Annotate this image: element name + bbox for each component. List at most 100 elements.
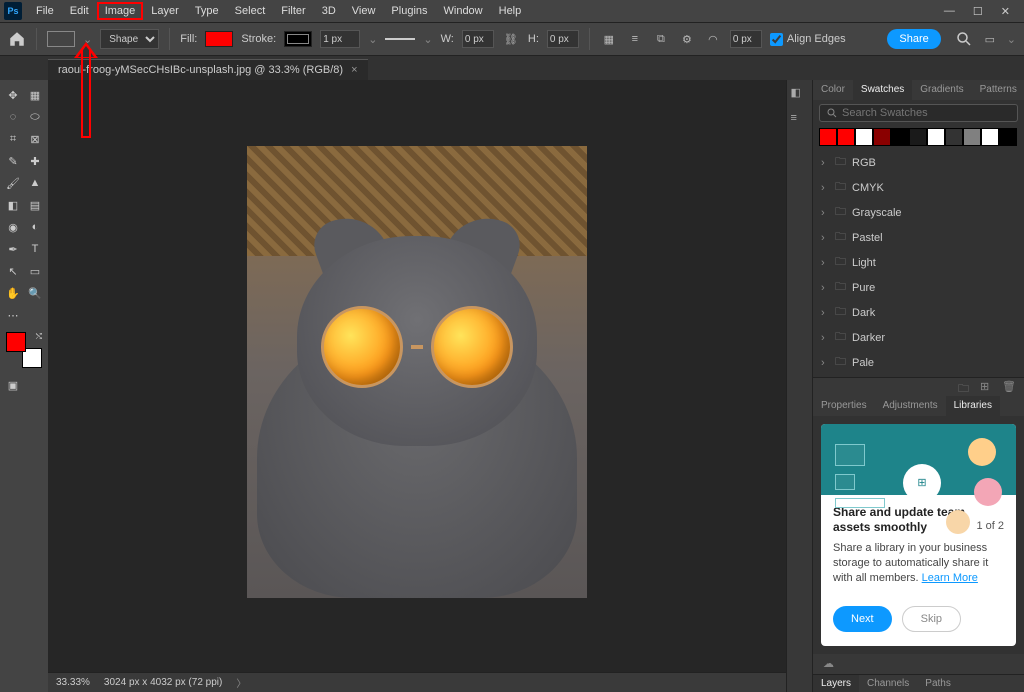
swatch-folder[interactable]: ›🗀Pure: [813, 275, 1024, 300]
tool-preset[interactable]: [47, 31, 75, 47]
swatch-folder[interactable]: ›🗀Pale: [813, 350, 1024, 375]
menu-filter[interactable]: Filter: [273, 2, 313, 20]
document-tab[interactable]: raoul-froog-yMSecCHsIBc-unsplash.jpg @ 3…: [48, 59, 368, 80]
swap-colors-icon[interactable]: ⤭: [36, 332, 42, 342]
trash-icon[interactable]: 🗑: [1002, 380, 1016, 394]
stroke-width-input[interactable]: [320, 30, 360, 48]
swatch[interactable]: [819, 128, 837, 146]
crop-tool[interactable]: ⌗: [2, 128, 24, 150]
height-input[interactable]: [547, 30, 579, 48]
tab-color[interactable]: Color: [813, 80, 853, 100]
swatch-folder[interactable]: ›🗀CMYK: [813, 175, 1024, 200]
swatch[interactable]: [927, 128, 945, 146]
new-swatch-icon[interactable]: ⊞: [980, 380, 994, 394]
brush-tool[interactable]: 🖌: [2, 172, 24, 194]
minimize-icon[interactable]: —: [944, 5, 955, 18]
swatch-folder[interactable]: ›🗀RGB: [813, 150, 1024, 175]
home-icon[interactable]: [8, 30, 26, 48]
menu-view[interactable]: View: [344, 2, 384, 20]
next-button[interactable]: Next: [833, 606, 892, 632]
swatch[interactable]: [837, 128, 855, 146]
menu-edit[interactable]: Edit: [62, 2, 97, 20]
swatch[interactable]: [855, 128, 873, 146]
swatch[interactable]: [945, 128, 963, 146]
tab-properties[interactable]: Properties: [813, 396, 875, 416]
document-canvas[interactable]: [247, 146, 587, 598]
swatch[interactable]: [873, 128, 891, 146]
width-input[interactable]: [462, 30, 494, 48]
gradient-tool[interactable]: ▤: [24, 194, 46, 216]
pen-tool[interactable]: ✒: [2, 238, 24, 260]
menu-3d[interactable]: 3D: [314, 2, 344, 20]
swatch[interactable]: [891, 128, 909, 146]
swatch[interactable]: [999, 128, 1017, 146]
dodge-tool[interactable]: ◐: [24, 216, 46, 238]
artboard-tool[interactable]: ▦: [24, 84, 46, 106]
learn-more-link[interactable]: Learn More: [922, 572, 978, 584]
menu-window[interactable]: Window: [436, 2, 491, 20]
folder-icon[interactable]: 🗀: [958, 380, 972, 394]
stroke-style[interactable]: [385, 38, 415, 40]
foreground-color[interactable]: [6, 332, 26, 352]
align-edges-check[interactable]: Align Edges: [770, 33, 846, 46]
share-button[interactable]: Share: [887, 29, 940, 49]
panel-icon[interactable]: ◧: [791, 86, 809, 104]
search-icon[interactable]: [955, 30, 973, 48]
menu-layer[interactable]: Layer: [143, 2, 187, 20]
frame-tool[interactable]: ⊠: [24, 128, 46, 150]
swatch-folder[interactable]: ›🗀Grayscale: [813, 200, 1024, 225]
tab-paths[interactable]: Paths: [917, 675, 959, 692]
stroke-swatch[interactable]: [284, 31, 312, 47]
gear-icon[interactable]: ⚙: [678, 30, 696, 48]
lasso-tool[interactable]: ⬭: [24, 106, 46, 128]
menu-file[interactable]: File: [28, 2, 62, 20]
tab-patterns[interactable]: Patterns: [972, 80, 1024, 100]
swatches-search-input[interactable]: [842, 107, 1011, 119]
blur-tool[interactable]: ◉: [2, 216, 24, 238]
swatch-folder[interactable]: ›🗀Light: [813, 250, 1024, 275]
swatch[interactable]: [963, 128, 981, 146]
skip-button[interactable]: Skip: [902, 606, 961, 632]
marquee-tool[interactable]: ◌: [2, 106, 24, 128]
zoom-level[interactable]: 33.33%: [56, 677, 90, 688]
menu-image[interactable]: Image: [97, 2, 144, 20]
align-icon[interactable]: ≡: [626, 30, 644, 48]
tab-channels[interactable]: Channels: [859, 675, 917, 692]
swatch[interactable]: [981, 128, 999, 146]
quickmask-tool[interactable]: ▣: [2, 374, 24, 396]
swatches-search[interactable]: [819, 104, 1018, 123]
tab-swatches[interactable]: Swatches: [853, 80, 912, 100]
swatch-folder[interactable]: ›🗀Dark: [813, 300, 1024, 325]
eraser-tool[interactable]: ◧: [2, 194, 24, 216]
rounded-opts-icon[interactable]: ◠: [704, 30, 722, 48]
arrange-icon[interactable]: ⧉: [652, 30, 670, 48]
fill-swatch[interactable]: [205, 31, 233, 47]
menu-plugins[interactable]: Plugins: [383, 2, 435, 20]
zoom-tool[interactable]: 🔍: [24, 282, 46, 304]
swatch-folder[interactable]: ›🗀Pastel: [813, 225, 1024, 250]
menu-help[interactable]: Help: [491, 2, 530, 20]
healing-tool[interactable]: ✚: [24, 150, 46, 172]
canvas-area[interactable]: 33.33% 3024 px x 4032 px (72 ppi) 〉: [48, 80, 786, 692]
eyedropper-tool[interactable]: ✎: [2, 150, 24, 172]
tab-libraries[interactable]: Libraries: [946, 396, 1000, 416]
shape-tool[interactable]: ▭: [24, 260, 46, 282]
link-wh-icon[interactable]: ⛓: [502, 30, 520, 48]
menu-type[interactable]: Type: [187, 2, 227, 20]
edit-toolbar[interactable]: ⋯: [2, 304, 24, 326]
workspace-icon[interactable]: ▭: [981, 30, 999, 48]
swatch[interactable]: [909, 128, 927, 146]
color-picker[interactable]: ⤭: [6, 332, 42, 368]
shape-mode-select[interactable]: Shape: [100, 29, 159, 49]
panel-icon[interactable]: ≡: [791, 112, 809, 130]
tab-adjustments[interactable]: Adjustments: [875, 396, 946, 416]
tab-gradients[interactable]: Gradients: [912, 80, 971, 100]
menu-select[interactable]: Select: [227, 2, 274, 20]
type-tool[interactable]: T: [24, 238, 46, 260]
move-tool[interactable]: ✥: [2, 84, 24, 106]
hand-tool[interactable]: ✋: [2, 282, 24, 304]
path-tool[interactable]: ↖: [2, 260, 24, 282]
close-icon[interactable]: ✕: [1001, 5, 1010, 18]
tab-layers[interactable]: Layers: [813, 675, 859, 692]
maximize-icon[interactable]: ☐: [973, 5, 983, 18]
